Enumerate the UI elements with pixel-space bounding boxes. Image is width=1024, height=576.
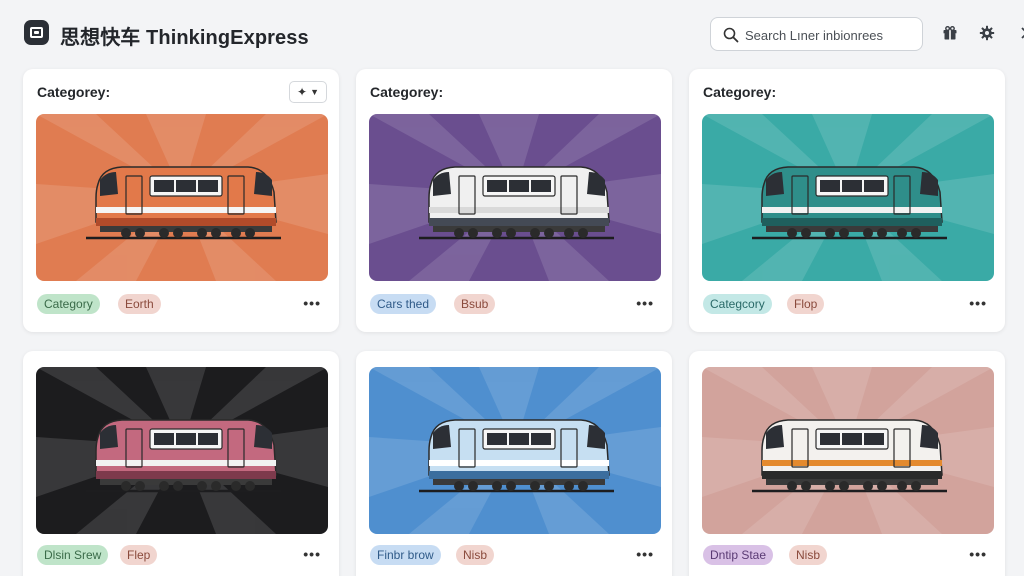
train [761, 166, 943, 238]
tag-chip[interactable]: Dntip Stae [703, 545, 774, 565]
tag-chip[interactable]: Flep [120, 545, 158, 565]
train [95, 166, 277, 238]
category-card[interactable]: Categorey: ✦ ▼ Category Eorth ••• [23, 69, 339, 332]
gear-icon[interactable] [978, 24, 996, 42]
search-icon [723, 27, 739, 43]
card-title: Categorey: [37, 84, 111, 100]
train-image[interactable] [369, 367, 661, 534]
more-options-icon[interactable]: ••• [969, 546, 987, 562]
tag-chip[interactable]: Eorth [118, 294, 161, 314]
card-title: Categorey: [370, 84, 444, 100]
train-image[interactable] [36, 114, 328, 281]
search-box[interactable] [710, 17, 923, 51]
train-image[interactable] [702, 367, 994, 534]
card-title: Categorey: [703, 84, 777, 100]
tag-chip[interactable]: Nisb [456, 545, 495, 565]
gift-icon[interactable] [941, 24, 959, 42]
more-options-icon[interactable]: ••• [636, 295, 654, 311]
train [95, 419, 277, 491]
more-options-icon[interactable]: ••• [636, 546, 654, 562]
app-logo-icon [24, 20, 49, 45]
category-card[interactable]: Dlsin Srew Flep ••• [23, 351, 339, 576]
more-options-icon[interactable]: ••• [969, 295, 987, 311]
search-input[interactable] [745, 24, 915, 46]
tag-chip[interactable]: Category [37, 294, 100, 314]
train-image[interactable] [702, 114, 994, 281]
train [761, 419, 943, 491]
category-card[interactable]: Categorey: [356, 69, 672, 332]
app-header: 思想快车 ThinkingExpress [0, 0, 1024, 66]
tag-chip[interactable]: Cars thed [370, 294, 437, 314]
tag-chip[interactable]: Finbr brow [370, 545, 441, 565]
tag-chip[interactable]: Nisb [789, 545, 828, 565]
train [428, 166, 610, 238]
category-card[interactable]: Dntip Stae Nisb ••• [689, 351, 1005, 576]
chevron-right-icon[interactable] [1015, 24, 1024, 42]
category-card[interactable]: Finbr brow Nisb ••• [356, 351, 672, 576]
app-title: 思想快车 ThinkingExpress [60, 27, 309, 49]
card-menu-button[interactable]: ✦ ▼ [289, 81, 327, 103]
category-card[interactable]: Categorey: [689, 69, 1005, 332]
more-options-icon[interactable]: ••• [303, 295, 321, 311]
sparkle-icon: ✦ [297, 85, 308, 99]
train-image[interactable] [36, 367, 328, 534]
tag-chip[interactable]: Bsub [454, 294, 496, 314]
tag-chip[interactable]: Categcory [703, 294, 772, 314]
tag-chip[interactable]: Dlsin Srew [37, 545, 109, 565]
tag-chip[interactable]: Flop [787, 294, 825, 314]
train-image[interactable] [369, 114, 661, 281]
more-options-icon[interactable]: ••• [303, 546, 321, 562]
train [428, 419, 610, 491]
chevron-down-icon: ▼ [310, 87, 319, 97]
